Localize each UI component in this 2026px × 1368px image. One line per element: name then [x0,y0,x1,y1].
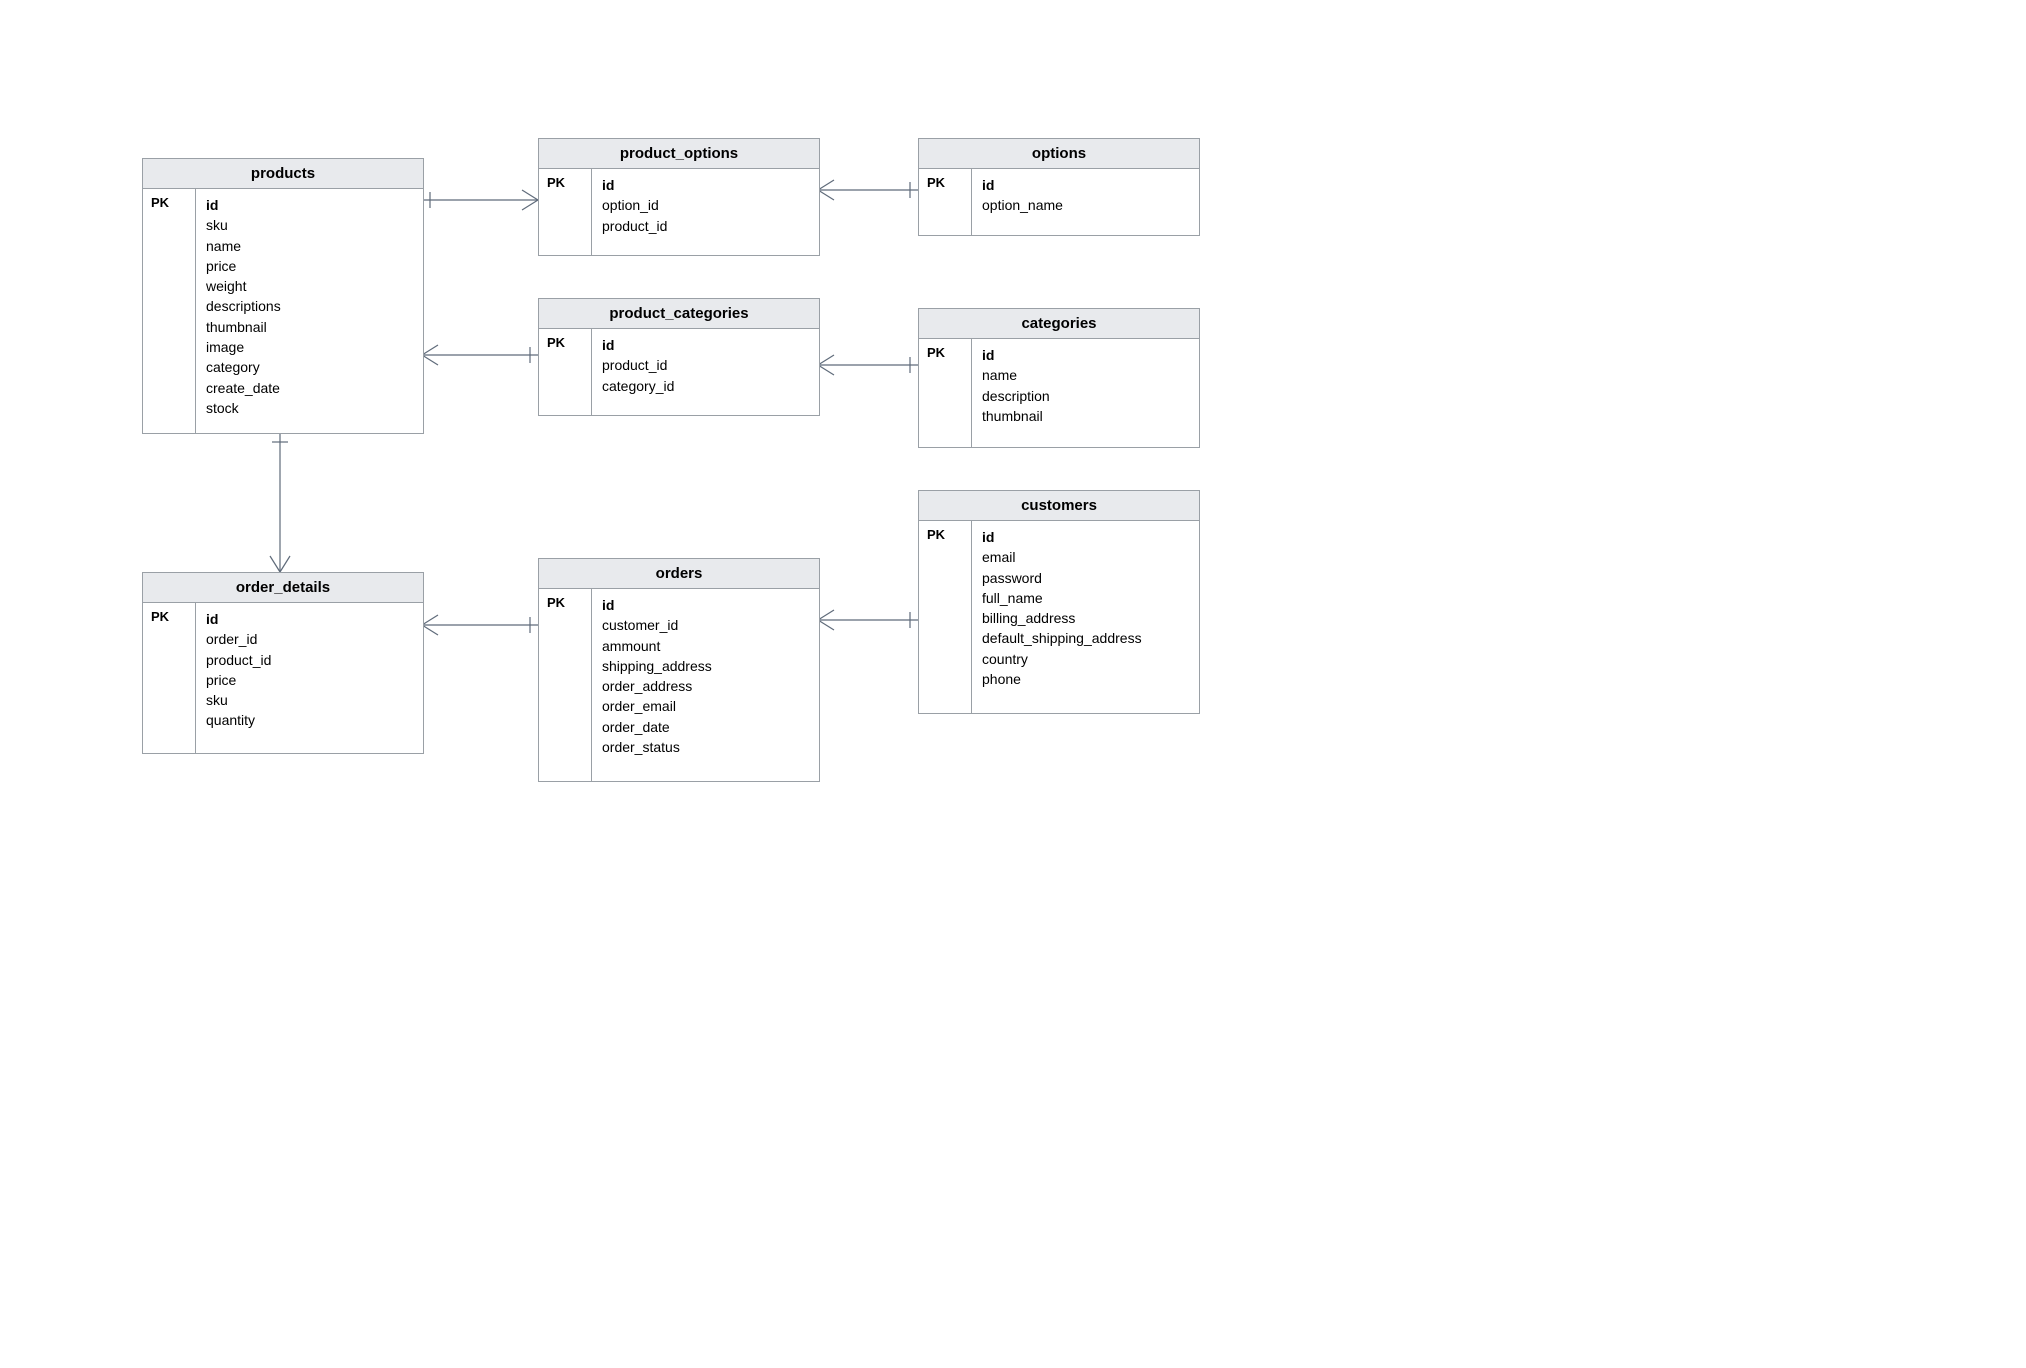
field: id [206,609,413,629]
field: id [982,527,1189,547]
field: billing_address [982,608,1189,628]
field: image [206,337,413,357]
field: thumbnail [982,406,1189,426]
field: quantity [206,710,413,730]
pk-column: PK [143,189,196,433]
field: password [982,568,1189,588]
fields-column: id option_id product_id [592,169,819,255]
field: ammount [602,636,809,656]
field: option_id [602,195,809,215]
er-diagram-canvas: products PK id sku name price weight des… [0,0,2026,1368]
field: order_status [602,737,809,757]
fields-column: id option_name [972,169,1199,235]
rel-order_details-orders [422,615,538,635]
pk-column: PK [539,589,592,781]
fields-column: id order_id product_id price sku quantit… [196,603,423,753]
field: order_date [602,717,809,737]
field: product_id [602,355,809,375]
pk-column: PK [919,339,972,447]
rel-products-product_categories [422,345,538,365]
entity-title: order_details [143,573,423,603]
field: order_address [602,676,809,696]
field: phone [982,669,1189,689]
rel-products-product_options [422,190,538,210]
fields-column: id customer_id ammount shipping_address … [592,589,819,781]
pk-column: PK [143,603,196,753]
field: order_email [602,696,809,716]
entity-title: product_categories [539,299,819,329]
field: price [206,256,413,276]
field: id [206,195,413,215]
field: price [206,670,413,690]
entity-title: options [919,139,1199,169]
field: default_shipping_address [982,628,1189,648]
entity-title: customers [919,491,1199,521]
rel-product_options-options [818,180,918,200]
field: product_id [206,650,413,670]
fields-column: id name description thumbnail [972,339,1199,447]
field: id [602,335,809,355]
pk-column: PK [539,169,592,255]
field: create_date [206,378,413,398]
rel-product_categories-categories [818,355,918,375]
fields-column: id product_id category_id [592,329,819,415]
field: thumbnail [206,317,413,337]
pk-column: PK [539,329,592,415]
entity-product-options: product_options PK id option_id product_… [538,138,820,256]
entity-title: product_options [539,139,819,169]
field: weight [206,276,413,296]
field: id [602,175,809,195]
fields-column: id sku name price weight descriptions th… [196,189,423,433]
field: customer_id [602,615,809,635]
entity-options: options PK id option_name [918,138,1200,236]
field: order_id [206,629,413,649]
field: descriptions [206,296,413,316]
field: email [982,547,1189,567]
field: sku [206,215,413,235]
pk-column: PK [919,169,972,235]
field: id [602,595,809,615]
entity-products: products PK id sku name price weight des… [142,158,424,434]
entity-order-details: order_details PK id order_id product_id … [142,572,424,754]
field: category_id [602,376,809,396]
field: description [982,386,1189,406]
rel-products-order_details [270,432,290,572]
field: id [982,345,1189,365]
entity-title: orders [539,559,819,589]
field: name [982,365,1189,385]
pk-column: PK [919,521,972,713]
field: category [206,357,413,377]
entity-product-categories: product_categories PK id product_id cate… [538,298,820,416]
entity-title: products [143,159,423,189]
field: name [206,236,413,256]
entity-categories: categories PK id name description thumbn… [918,308,1200,448]
entity-orders: orders PK id customer_id ammount shippin… [538,558,820,782]
rel-orders-customers [818,610,918,630]
field: sku [206,690,413,710]
field: full_name [982,588,1189,608]
fields-column: id email password full_name billing_addr… [972,521,1199,713]
field: product_id [602,216,809,236]
entity-title: categories [919,309,1199,339]
entity-customers: customers PK id email password full_name… [918,490,1200,714]
field: option_name [982,195,1189,215]
field: id [982,175,1189,195]
field: country [982,649,1189,669]
field: shipping_address [602,656,809,676]
field: stock [206,398,413,418]
